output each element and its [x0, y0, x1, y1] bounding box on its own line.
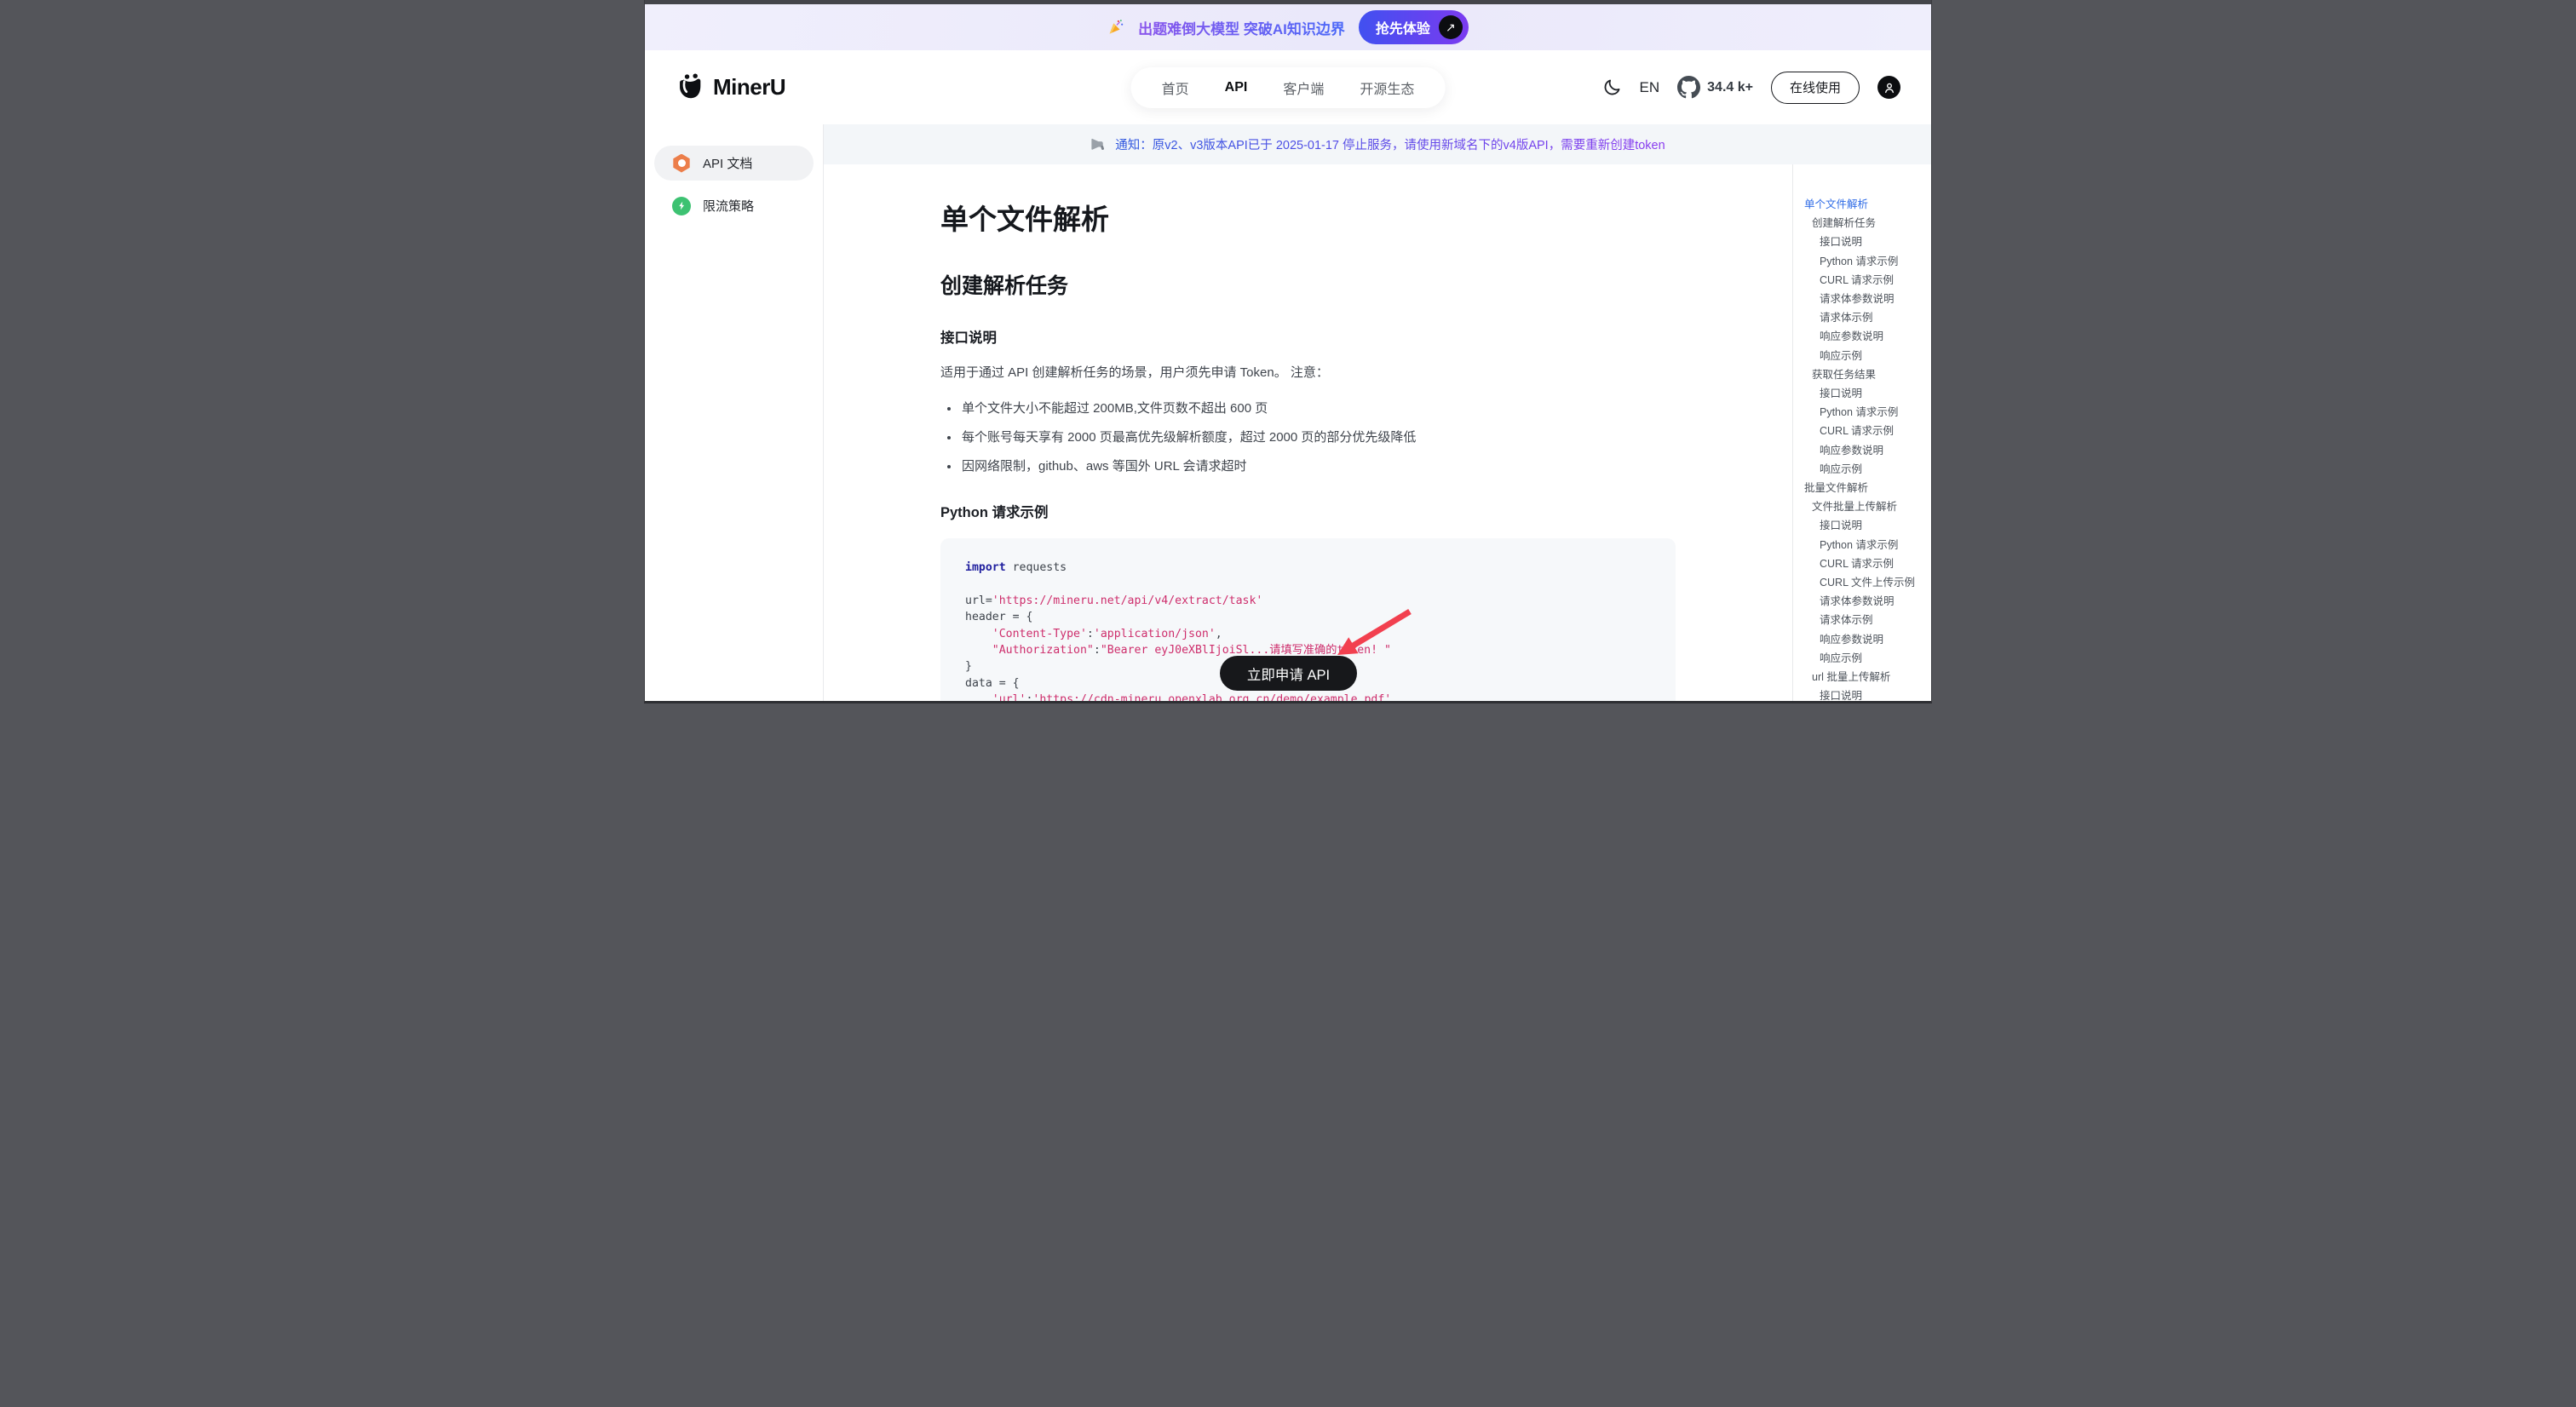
- dark-mode-moon-icon[interactable]: [1602, 78, 1622, 97]
- nav-item-api[interactable]: API: [1225, 80, 1248, 95]
- logo[interactable]: MinerU: [676, 72, 785, 102]
- nav-item-home[interactable]: 首页: [1162, 78, 1189, 98]
- notice-bar: 通知：原v2、v3版本API已于 2025-01-17 停止服务，请使用新域名下…: [824, 124, 1931, 164]
- mineru-logo-icon: [676, 72, 705, 102]
- notes-list: 单个文件大小不能超过 200MB,文件页数不超出 600 页每个账号每天享有 2…: [940, 399, 1676, 474]
- toc-item[interactable]: Python 请求示例: [1804, 536, 1931, 554]
- code-line: [965, 576, 1651, 592]
- note-item: 每个账号每天享有 2000 页最高优先级解析额度，超过 2000 页的部分优先级…: [960, 428, 1676, 445]
- code-line: header = {: [965, 609, 1651, 625]
- toc-item[interactable]: 单个文件解析: [1804, 195, 1931, 214]
- toc-item[interactable]: CURL 请求示例: [1804, 271, 1931, 290]
- github-link[interactable]: 34.4 k+: [1677, 76, 1753, 99]
- sidebar-item-rate-limit[interactable]: 限流策略: [654, 188, 814, 223]
- promo-banner: 出题难倒大模型 突破AI知识边界 抢先体验 ↗: [645, 4, 1931, 50]
- github-icon: [1677, 76, 1700, 99]
- hexagon-icon: [672, 154, 691, 173]
- intro-paragraph: 适用于通过 API 创建解析任务的场景，用户须先申请 Token。 注意：: [940, 363, 1676, 381]
- code-line: 'url':'https://cdn-mineru.openxlab.org.c…: [965, 692, 1651, 704]
- toc-item[interactable]: 请求体示例: [1804, 611, 1931, 629]
- promo-headline: 出题难倒大模型 突破AI知识边界: [1138, 17, 1345, 38]
- toc-item[interactable]: 接口说明: [1804, 516, 1931, 535]
- sidebar-item-label: 限流策略: [703, 197, 754, 215]
- toc-item[interactable]: 响应示例: [1804, 347, 1931, 365]
- toc-item[interactable]: CURL 文件上传示例: [1804, 573, 1931, 592]
- header-actions: EN 34.4 k+ 在线使用: [1602, 72, 1900, 104]
- toc-item[interactable]: 接口说明: [1804, 686, 1931, 701]
- toc-item[interactable]: 请求体参数说明: [1804, 290, 1931, 308]
- toc-item[interactable]: 请求体参数说明: [1804, 592, 1931, 611]
- note-item: 单个文件大小不能超过 200MB,文件页数不超出 600 页: [960, 399, 1676, 416]
- toc-item[interactable]: Python 请求示例: [1804, 403, 1931, 422]
- toc-item[interactable]: 获取任务结果: [1804, 365, 1931, 384]
- doc-content: 单个文件解析 创建解析任务 接口说明 适用于通过 API 创建解析任务的场景，用…: [824, 164, 1792, 701]
- online-use-button[interactable]: 在线使用: [1771, 72, 1860, 104]
- promo-cta-label: 抢先体验: [1376, 17, 1430, 37]
- toc-item[interactable]: 文件批量上传解析: [1804, 497, 1931, 516]
- toc-item[interactable]: 响应示例: [1804, 649, 1931, 668]
- apply-api-button[interactable]: 立即申请 API: [1220, 656, 1357, 691]
- sidebar-item-label: API 文档: [703, 154, 752, 172]
- main-nav: 首页 API 客户端 开源生态: [1131, 67, 1446, 108]
- toc-item[interactable]: Python 请求示例: [1804, 252, 1931, 271]
- section-title-create-task: 创建解析任务: [940, 269, 1676, 300]
- site-header: MinerU 首页 API 客户端 开源生态 EN 34.4 k+ 在线使用: [645, 50, 1931, 124]
- toc-item[interactable]: 响应参数说明: [1804, 441, 1931, 460]
- toc-item[interactable]: 响应参数说明: [1804, 327, 1931, 346]
- code-line: url='https://mineru.net/api/v4/extract/t…: [965, 593, 1651, 609]
- toc-item[interactable]: 批量文件解析: [1804, 479, 1931, 497]
- promo-cta-button[interactable]: 抢先体验 ↗: [1359, 10, 1469, 44]
- subsection-interface-desc: 接口说明: [940, 326, 1676, 347]
- nav-item-opensource[interactable]: 开源生态: [1360, 78, 1414, 98]
- party-popper-icon: [1107, 19, 1124, 36]
- sidebar-item-api-docs[interactable]: API 文档: [654, 146, 814, 181]
- toc-item[interactable]: 响应参数说明: [1804, 630, 1931, 649]
- toc-item[interactable]: url 批量上传解析: [1804, 668, 1931, 686]
- arrow-up-right-icon: ↗: [1439, 15, 1463, 39]
- toc-item[interactable]: 接口说明: [1804, 384, 1931, 403]
- code-line: 'Content-Type':'application/json',: [965, 626, 1651, 642]
- toc-item[interactable]: 接口说明: [1804, 233, 1931, 251]
- note-item: 因网络限制，github、aws 等国外 URL 会请求超时: [960, 457, 1676, 474]
- subsection-python-example: Python 请求示例: [940, 501, 1676, 521]
- notice-text[interactable]: 通知：原v2、v3版本API已于 2025-01-17 停止服务，请使用新域名下…: [1115, 135, 1665, 153]
- page-title: 单个文件解析: [940, 197, 1676, 238]
- nav-item-client[interactable]: 客户端: [1283, 78, 1324, 98]
- docs-sidebar: API 文档 限流策略: [645, 124, 824, 701]
- toc-item[interactable]: 响应示例: [1804, 460, 1931, 479]
- megaphone-icon: [1090, 135, 1107, 153]
- logo-text: MinerU: [713, 74, 785, 100]
- toc-item[interactable]: CURL 请求示例: [1804, 554, 1931, 573]
- browser-window: 出题难倒大模型 突破AI知识边界 抢先体验 ↗ MinerU 首页 API 客户端 开…: [644, 0, 1932, 704]
- user-avatar-icon[interactable]: [1877, 76, 1900, 99]
- language-toggle[interactable]: EN: [1640, 79, 1660, 96]
- toc-item[interactable]: 创建解析任务: [1804, 214, 1931, 233]
- toc-item[interactable]: CURL 请求示例: [1804, 422, 1931, 440]
- table-of-contents: 单个文件解析创建解析任务接口说明Python 请求示例CURL 请求示例请求体参…: [1792, 164, 1931, 701]
- bolt-icon: [672, 197, 691, 215]
- toc-item[interactable]: 请求体示例: [1804, 308, 1931, 327]
- github-star-count: 34.4 k+: [1707, 80, 1753, 95]
- code-line: import requests: [965, 560, 1651, 576]
